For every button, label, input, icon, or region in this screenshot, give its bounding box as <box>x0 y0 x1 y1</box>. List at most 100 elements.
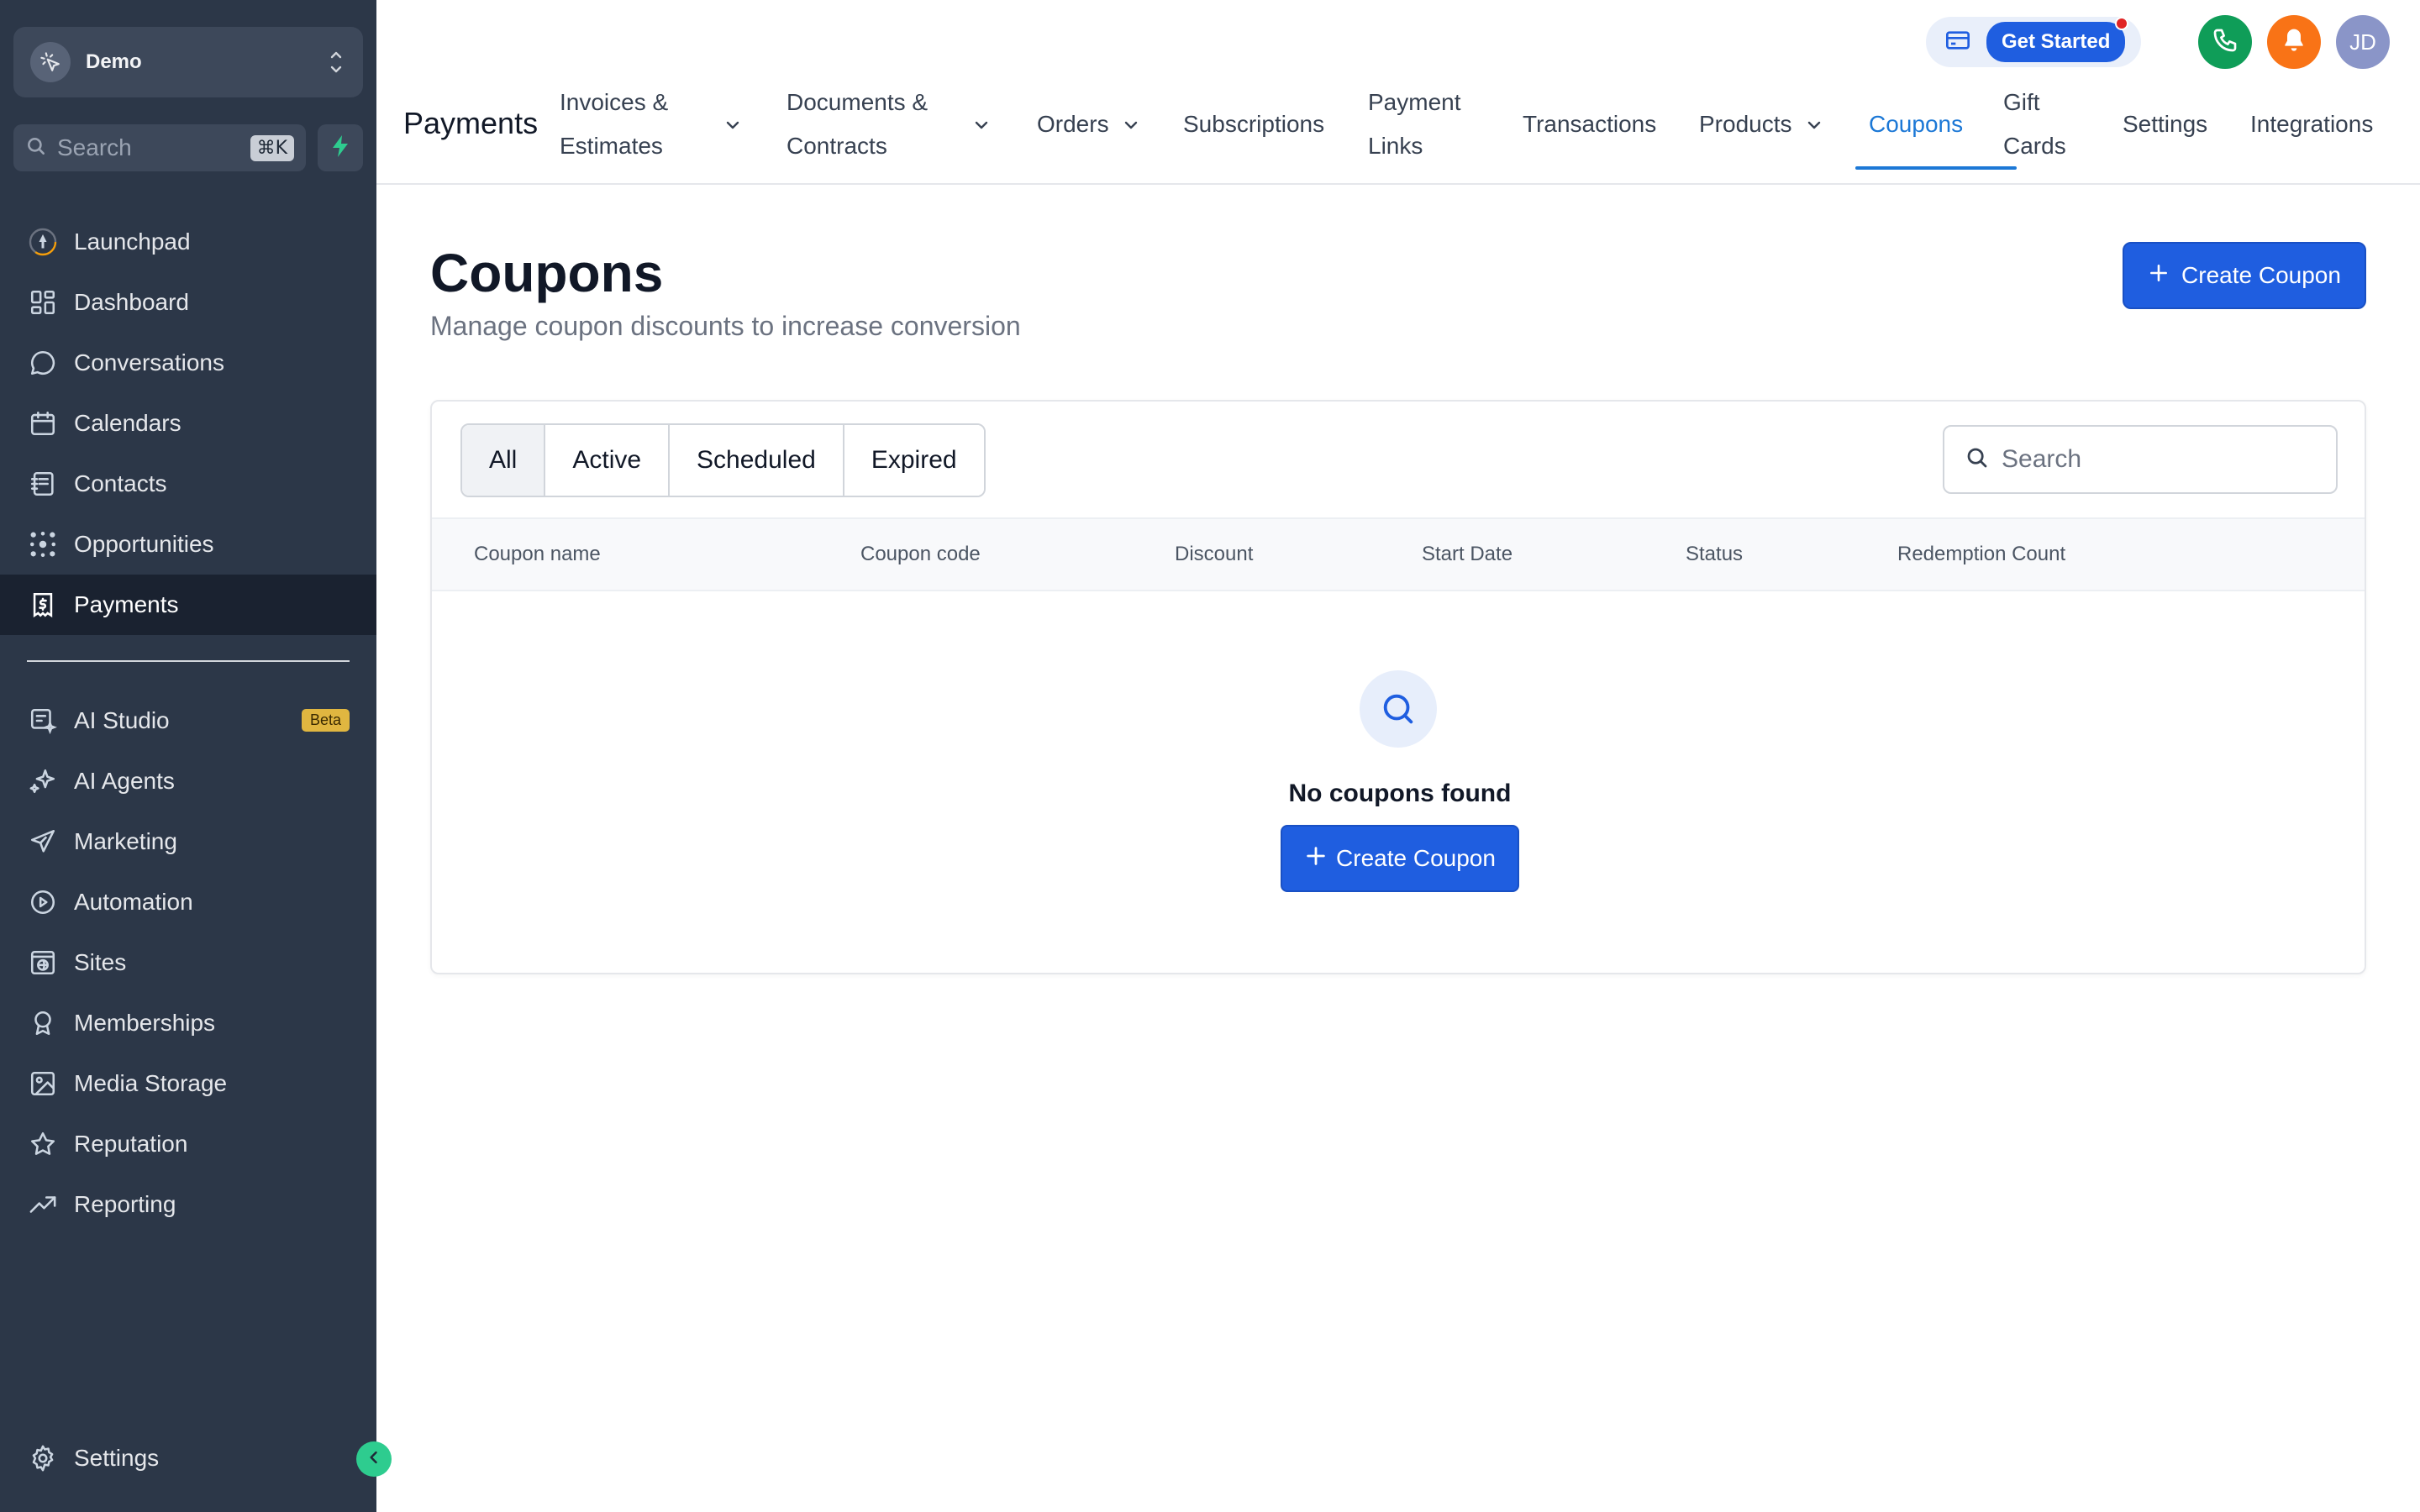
filter-expired[interactable]: Expired <box>844 425 984 496</box>
sidebar-nav-secondary: AI Studio Beta AI Agents Marketing Autom… <box>0 690 376 1235</box>
sidebar-item-label: Payments <box>74 591 179 617</box>
column-header-redemption-count[interactable]: Redemption Count <box>1897 543 2065 566</box>
empty-state-search-icon <box>1360 670 1437 748</box>
phone-button[interactable] <box>2198 15 2252 69</box>
tab-settings[interactable]: Settings <box>2123 81 2250 168</box>
notification-dot <box>2115 17 2129 30</box>
tab-integrations[interactable]: Integrations <box>2250 81 2393 168</box>
sidebar-item-label: Media Storage <box>74 1070 228 1096</box>
sidebar-item-label: Calendars <box>74 410 182 436</box>
tab-label: Orders <box>1037 111 1109 137</box>
bell-icon <box>2281 27 2307 58</box>
page-title: Coupons <box>430 243 664 303</box>
sidebar-item-conversations[interactable]: Conversations <box>0 333 376 393</box>
get-started-widget[interactable]: Get Started <box>1926 17 2141 67</box>
sidebar-item-label: Settings <box>74 1445 160 1471</box>
grid-icon <box>27 286 59 318</box>
trend-up-icon <box>27 1189 59 1221</box>
sidebar-item-label: Reporting <box>74 1191 176 1217</box>
coupons-card: All Active Scheduled Expired Search Coup… <box>430 400 2366 974</box>
gear-icon <box>27 1442 59 1474</box>
filter-active[interactable]: Active <box>545 425 671 496</box>
column-header-discount[interactable]: Discount <box>1175 543 1253 566</box>
sidebar-item-contacts[interactable]: Contacts <box>0 454 376 514</box>
filter-all[interactable]: All <box>462 425 546 496</box>
sidebar-item-label: Marketing <box>74 828 177 854</box>
notifications-button[interactable] <box>2267 15 2321 69</box>
collapse-sidebar-button[interactable] <box>356 1441 392 1477</box>
table-header: Coupon name Coupon code Discount Start D… <box>432 517 2365 591</box>
sidebar-search-row: Search ⌘K <box>13 124 363 171</box>
sidebar-nav-primary: Launchpad Dashboard Conversations Calend… <box>0 212 376 635</box>
rocket-icon <box>27 226 59 258</box>
sidebar-item-reputation[interactable]: Reputation <box>0 1114 376 1174</box>
credit-card-icon <box>1944 27 1971 58</box>
payments-icon <box>27 589 59 621</box>
column-header-coupon-name[interactable]: Coupon name <box>474 543 601 566</box>
tab-documents-contracts[interactable]: Documents & Contracts <box>786 81 1037 168</box>
tab-products[interactable]: Products <box>1699 81 1869 168</box>
page-subtitle: Manage coupon discounts to increase conv… <box>430 311 1021 341</box>
create-coupon-label: Create Coupon <box>2181 262 2341 288</box>
column-header-start-date[interactable]: Start Date <box>1422 543 1512 566</box>
sidebar-item-settings[interactable]: Settings <box>0 1428 376 1488</box>
tab-gift-cards[interactable]: Gift Cards <box>2003 81 2123 168</box>
sidebar-item-payments[interactable]: Payments <box>0 575 376 635</box>
plus-icon <box>2148 262 2170 290</box>
get-started-button[interactable]: Get Started <box>1986 17 2129 62</box>
create-coupon-button[interactable]: Create Coupon <box>2123 242 2366 309</box>
tab-payment-links[interactable]: Payment Links <box>1368 81 1523 168</box>
empty-state-create-coupon-button[interactable]: Create Coupon <box>1281 825 1519 892</box>
sidebar-item-sites[interactable]: Sites <box>0 932 376 993</box>
coupon-search-input[interactable]: Search <box>1943 425 2338 494</box>
sidebar-footer: Settings <box>0 1428 376 1488</box>
payments-tabs: Invoices & Estimates Documents & Contrac… <box>560 81 2393 173</box>
search-icon <box>25 135 47 161</box>
tab-coupons[interactable]: Coupons <box>1855 81 2017 170</box>
tab-label: Integrations <box>2250 111 2374 137</box>
tab-invoices-estimates[interactable]: Invoices & Estimates <box>560 81 786 168</box>
search-shortcut-badge: ⌘K <box>250 134 294 161</box>
tab-label: Payment Links <box>1368 89 1461 159</box>
account-switcher[interactable]: Demo <box>13 27 363 97</box>
avatar-initials: JD <box>2349 29 2376 55</box>
phone-icon <box>2212 27 2238 58</box>
section-title: Payments <box>403 106 539 140</box>
account-name: Demo <box>86 50 142 73</box>
tab-orders[interactable]: Orders <box>1037 81 1183 168</box>
tab-transactions[interactable]: Transactions <box>1523 81 1699 168</box>
sidebar-item-label: Opportunities <box>74 531 214 557</box>
star-icon <box>27 1128 59 1160</box>
sidebar-item-calendars[interactable]: Calendars <box>0 393 376 454</box>
contacts-book-icon <box>27 468 59 500</box>
sidebar-item-launchpad[interactable]: Launchpad <box>0 212 376 272</box>
tab-label: Settings <box>2123 111 2208 137</box>
sidebar-item-media-storage[interactable]: Media Storage <box>0 1053 376 1114</box>
sidebar-item-marketing[interactable]: Marketing <box>0 811 376 872</box>
automation-icon <box>27 886 59 918</box>
account-pointer-icon <box>30 42 71 82</box>
ai-studio-icon <box>27 705 59 737</box>
tab-subscriptions[interactable]: Subscriptions <box>1183 81 1368 168</box>
sidebar-item-automation[interactable]: Automation <box>0 872 376 932</box>
sidebar-item-dashboard[interactable]: Dashboard <box>0 272 376 333</box>
calendar-icon <box>27 407 59 439</box>
sidebar-item-ai-studio[interactable]: AI Studio Beta <box>0 690 376 751</box>
sidebar-item-ai-agents[interactable]: AI Agents <box>0 751 376 811</box>
sidebar-item-reporting[interactable]: Reporting <box>0 1174 376 1235</box>
user-avatar[interactable]: JD <box>2336 15 2390 69</box>
globe-page-icon <box>27 947 59 979</box>
tab-label: Gift Cards <box>2003 89 2066 159</box>
chevron-up-down-icon <box>326 45 346 79</box>
sidebar-item-memberships[interactable]: Memberships <box>0 993 376 1053</box>
quick-actions-button[interactable] <box>318 124 363 171</box>
sidebar-item-label: Launchpad <box>74 228 191 255</box>
sidebar-item-opportunities[interactable]: Opportunities <box>0 514 376 575</box>
sidebar-search-input[interactable]: Search ⌘K <box>13 124 306 171</box>
opportunities-icon <box>27 528 59 560</box>
get-started-label: Get Started <box>2002 30 2111 53</box>
column-header-status[interactable]: Status <box>1686 543 1743 566</box>
plus-icon <box>1304 844 1328 874</box>
column-header-coupon-code[interactable]: Coupon code <box>860 543 981 566</box>
filter-scheduled[interactable]: Scheduled <box>670 425 844 496</box>
